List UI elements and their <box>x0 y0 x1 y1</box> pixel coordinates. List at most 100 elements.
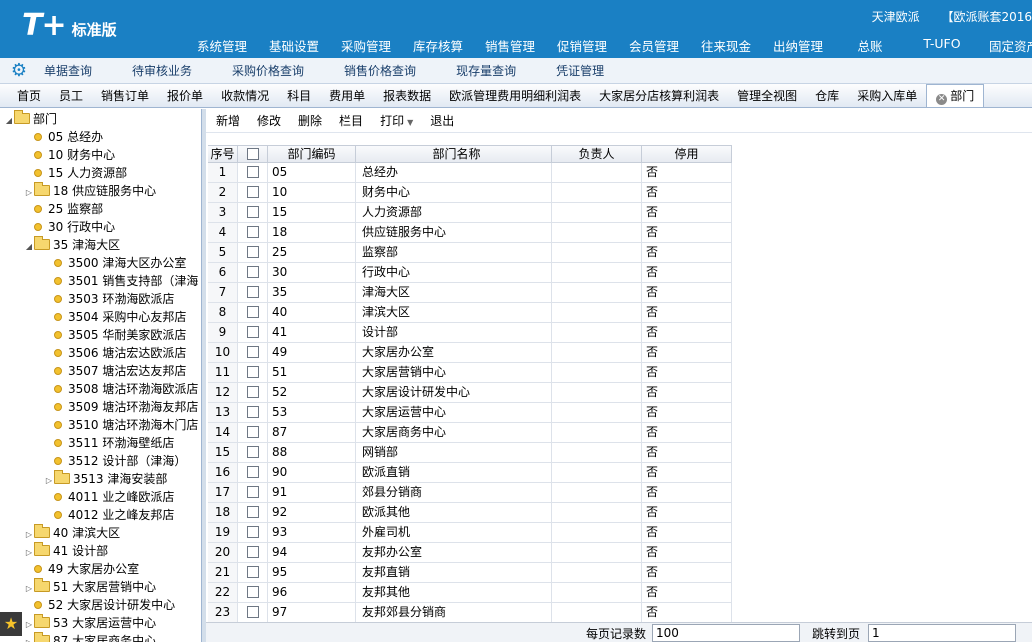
dept-name-cell[interactable]: 郊县分销商 <box>356 483 552 503</box>
disabled-cell[interactable]: 否 <box>642 563 732 583</box>
row-checkbox[interactable] <box>246 506 259 518</box>
manager-cell[interactable] <box>552 583 642 603</box>
main-menu-item[interactable]: 系统管理 <box>186 36 258 55</box>
table-row[interactable]: 2 10 财务中心 否 <box>208 183 732 203</box>
manager-cell[interactable] <box>552 503 642 523</box>
dept-code-cell[interactable]: 92 <box>268 503 356 523</box>
row-checkbox[interactable] <box>246 346 259 358</box>
row-checkbox[interactable] <box>246 406 259 418</box>
tree-node[interactable]: 3505 华耐美家欧派店 <box>44 326 186 344</box>
close-icon[interactable]: ✕ <box>936 94 948 105</box>
table-row[interactable]: 5 25 监察部 否 <box>208 243 732 263</box>
manager-cell[interactable] <box>552 563 642 583</box>
header-disabled[interactable]: 停用 <box>642 146 732 163</box>
disabled-cell[interactable]: 否 <box>642 263 732 283</box>
dept-name-cell[interactable]: 总经办 <box>356 163 552 183</box>
manager-cell[interactable] <box>552 163 642 183</box>
row-select-cell[interactable] <box>238 503 268 523</box>
tab[interactable]: 收款情况 <box>212 85 278 107</box>
table-row[interactable]: 17 91 郊县分销商 否 <box>208 483 732 503</box>
dept-name-cell[interactable]: 网销部 <box>356 443 552 463</box>
disabled-cell[interactable]: 否 <box>642 243 732 263</box>
tree-node[interactable]: 3508 塘沽环渤海欧派店 <box>44 380 198 398</box>
main-menu-item[interactable]: 销售管理 <box>474 36 546 55</box>
main-menu-item[interactable]: 基础设置 <box>258 36 330 55</box>
table-row[interactable]: 15 88 网销部 否 <box>208 443 732 463</box>
tab[interactable]: 科目 <box>278 85 320 107</box>
tree-node[interactable]: ▷ 51 大家居营销中心 <box>24 578 156 596</box>
header-name[interactable]: 部门名称 <box>356 146 552 163</box>
dept-name-cell[interactable]: 友邦郊县分销商 <box>356 603 552 623</box>
favorites-star-icon[interactable]: ★ <box>0 612 22 636</box>
table-row[interactable]: 14 87 大家居商务中心 否 <box>208 423 732 443</box>
tab[interactable]: 员工 <box>50 85 92 107</box>
dept-code-cell[interactable]: 96 <box>268 583 356 603</box>
tree-node[interactable]: ▷ 41 设计部 <box>24 542 108 560</box>
select-all-checkbox[interactable] <box>246 148 259 160</box>
dept-code-cell[interactable]: 18 <box>268 223 356 243</box>
tree-node[interactable]: ▷ 18 供应链服务中心 <box>24 182 156 200</box>
row-select-cell[interactable] <box>238 403 268 423</box>
main-menu-item[interactable]: 会员管理 <box>618 36 690 55</box>
row-checkbox[interactable] <box>246 366 259 378</box>
disabled-cell[interactable]: 否 <box>642 343 732 363</box>
disabled-cell[interactable]: 否 <box>642 203 732 223</box>
tab[interactable]: 管理全视图 <box>728 85 806 107</box>
row-checkbox[interactable] <box>246 446 259 458</box>
manager-cell[interactable] <box>552 323 642 343</box>
tab[interactable]: 销售订单 <box>92 85 158 107</box>
quick-link[interactable]: 待审核业务 <box>132 62 192 79</box>
row-select-cell[interactable] <box>238 283 268 303</box>
tab[interactable]: 报价单 <box>158 85 212 107</box>
manager-cell[interactable] <box>552 523 642 543</box>
tree-node[interactable]: 49 大家居办公室 <box>24 560 139 578</box>
table-row[interactable]: 1 05 总经办 否 <box>208 163 732 183</box>
quick-link[interactable]: 销售价格查询 <box>344 62 416 79</box>
table-row[interactable]: 11 51 大家居营销中心 否 <box>208 363 732 383</box>
main-menu-item[interactable]: 出纳管理 <box>762 36 834 55</box>
row-select-cell[interactable] <box>238 543 268 563</box>
dept-code-cell[interactable]: 88 <box>268 443 356 463</box>
disabled-cell[interactable]: 否 <box>642 283 732 303</box>
dept-name-cell[interactable]: 大家居商务中心 <box>356 423 552 443</box>
tab[interactable]: 仓库 <box>806 85 848 107</box>
row-checkbox[interactable] <box>246 566 259 578</box>
dept-name-cell[interactable]: 行政中心 <box>356 263 552 283</box>
row-checkbox[interactable] <box>246 386 259 398</box>
row-checkbox[interactable] <box>246 546 259 558</box>
tree-node[interactable]: ◢ 部门 <box>4 110 57 128</box>
row-checkbox[interactable] <box>246 226 259 238</box>
dept-name-cell[interactable]: 设计部 <box>356 323 552 343</box>
tree-node[interactable]: 52 大家居设计研发中心 <box>24 596 175 614</box>
exit-button[interactable]: 退出 <box>430 112 454 129</box>
manager-cell[interactable] <box>552 183 642 203</box>
goto-page-input[interactable]: 1 <box>868 624 1016 642</box>
manager-cell[interactable] <box>552 243 642 263</box>
manager-cell[interactable] <box>552 343 642 363</box>
dept-name-cell[interactable]: 友邦直销 <box>356 563 552 583</box>
row-checkbox[interactable] <box>246 306 259 318</box>
quick-link[interactable]: 单据查询 <box>44 62 92 79</box>
manager-cell[interactable] <box>552 203 642 223</box>
dept-name-cell[interactable]: 津海大区 <box>356 283 552 303</box>
tree-node[interactable]: ▷ 40 津滨大区 <box>24 524 120 542</box>
tree-node[interactable]: 15 人力资源部 <box>24 164 127 182</box>
tree-node[interactable]: 3506 塘沽宏达欧派店 <box>44 344 186 362</box>
dept-code-cell[interactable]: 10 <box>268 183 356 203</box>
manager-cell[interactable] <box>552 403 642 423</box>
dept-name-cell[interactable]: 财务中心 <box>356 183 552 203</box>
table-row[interactable]: 23 97 友邦郊县分销商 否 <box>208 603 732 623</box>
row-checkbox[interactable] <box>246 286 259 298</box>
manager-cell[interactable] <box>552 603 642 623</box>
tree-node[interactable]: 3501 销售支持部（津海 <box>44 272 198 290</box>
row-select-cell[interactable] <box>238 303 268 323</box>
table-row[interactable]: 10 49 大家居办公室 否 <box>208 343 732 363</box>
tree-node[interactable]: 25 监察部 <box>24 200 103 218</box>
table-row[interactable]: 6 30 行政中心 否 <box>208 263 732 283</box>
manager-cell[interactable] <box>552 223 642 243</box>
table-row[interactable]: 7 35 津海大区 否 <box>208 283 732 303</box>
manager-cell[interactable] <box>552 383 642 403</box>
disabled-cell[interactable]: 否 <box>642 583 732 603</box>
row-checkbox[interactable] <box>246 426 259 438</box>
disabled-cell[interactable]: 否 <box>642 503 732 523</box>
